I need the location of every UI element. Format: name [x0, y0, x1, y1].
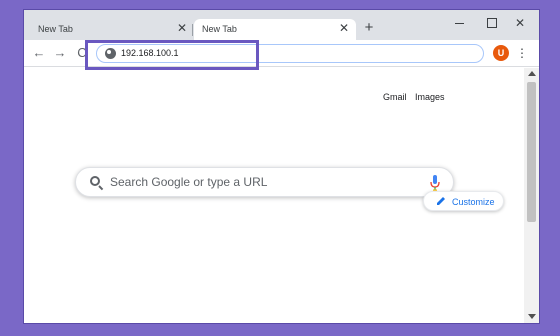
tab-new-tab-1[interactable]: New Tab ✕ — [30, 19, 194, 40]
close-icon[interactable]: ✕ — [512, 15, 528, 31]
scroll-thumb[interactable] — [527, 82, 536, 222]
close-tab-icon[interactable]: ✕ — [337, 21, 351, 35]
new-tab-page: Gmail Images Search Google or type a URL… — [24, 68, 524, 323]
globe-icon[interactable] — [105, 48, 116, 59]
tab-title: New Tab — [38, 24, 73, 34]
customize-button[interactable]: Customize — [423, 191, 504, 211]
close-tab-icon[interactable]: ✕ — [175, 21, 189, 35]
browser-window: New Tab ✕ New Tab ✕ + ✕ ← → C 192.168.10… — [24, 10, 539, 323]
profile-avatar[interactable]: U — [493, 45, 509, 61]
reload-icon[interactable]: C — [75, 46, 89, 60]
address-text[interactable]: 192.168.100.1 — [121, 48, 179, 58]
more-menu-icon[interactable]: ⋮ — [516, 45, 528, 61]
tab-new-tab-2[interactable]: New Tab ✕ — [194, 19, 356, 40]
gmail-link[interactable]: Gmail — [383, 92, 407, 102]
tab-title: New Tab — [202, 24, 237, 34]
tab-separator — [192, 24, 193, 36]
search-input[interactable]: Search Google or type a URL — [75, 167, 454, 197]
customize-label: Customize — [452, 197, 495, 207]
tab-strip: New Tab ✕ New Tab ✕ + ✕ — [24, 10, 539, 40]
pencil-icon — [437, 197, 445, 205]
scroll-up-icon[interactable] — [528, 71, 536, 76]
vertical-scrollbar[interactable] — [524, 68, 539, 323]
scroll-down-icon[interactable] — [528, 314, 536, 319]
microphone-icon[interactable] — [430, 175, 440, 191]
images-link[interactable]: Images — [415, 92, 445, 102]
search-icon — [90, 176, 100, 186]
browser-toolbar: ← → C 192.168.100.1 U ⋮ — [24, 40, 539, 67]
maximize-icon[interactable] — [483, 15, 499, 31]
plus-icon[interactable]: + — [361, 20, 377, 36]
minimize-icon[interactable] — [452, 15, 468, 31]
address-bar[interactable]: 192.168.100.1 — [96, 44, 484, 63]
search-placeholder: Search Google or type a URL — [110, 175, 268, 189]
back-arrow-icon[interactable]: ← — [32, 46, 46, 60]
forward-arrow-icon[interactable]: → — [53, 46, 67, 60]
